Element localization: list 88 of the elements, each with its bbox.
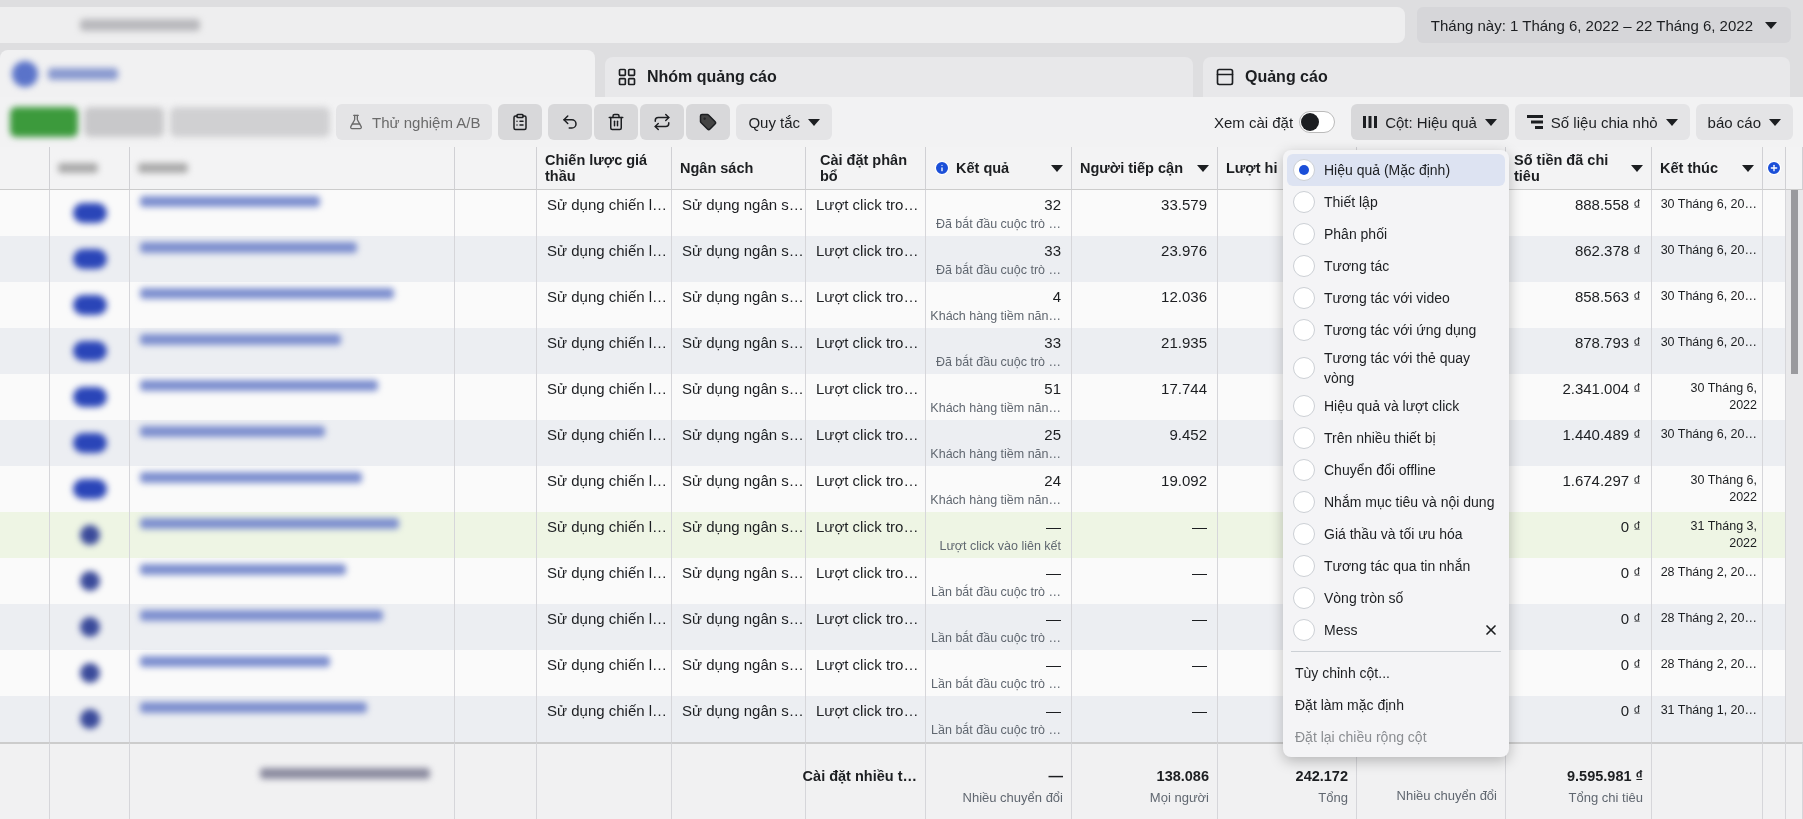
- table-cell: Sử dụng chiến l…: [537, 604, 672, 650]
- table-cell: 28 Tháng 2, 20…: [1652, 604, 1763, 650]
- table-cell: Sử dụng ngân s…: [672, 236, 806, 282]
- table-cell: Sử dụng chiến l…: [537, 282, 672, 328]
- table-cell: Sử dụng ngân s…: [672, 558, 806, 604]
- table-cell: Sử dụng chiến l…: [537, 512, 672, 558]
- table-cell: 32 Đã bắt đầu cuộc trò …: [926, 190, 1072, 236]
- table-cell: 12.036: [1072, 282, 1218, 328]
- table-cell: Lượt click tro…: [806, 696, 926, 742]
- table-cell: Sử dụng ngân s…: [672, 650, 806, 696]
- table-cell: Sử dụng ngân s…: [672, 328, 806, 374]
- table-cell: 28 Tháng 2, 20…: [1652, 558, 1763, 604]
- table-cell: 1.674.297 ₫: [1506, 466, 1652, 512]
- table-cell: Sử dụng chiến l…: [537, 374, 672, 420]
- table-cell: 862.378 ₫: [1506, 236, 1652, 282]
- table-cell: Lượt click tro…: [806, 282, 926, 328]
- table-cell: Sử dụng chiến l…: [537, 650, 672, 696]
- table-cell: 4 Khách hàng tiềm năn…: [926, 282, 1072, 328]
- table-cell: 30 Tháng 6, 2022: [1652, 374, 1763, 420]
- table-cell: 30 Tháng 6, 2022: [1652, 466, 1763, 512]
- table-cell: 28 Tháng 2, 20…: [1652, 650, 1763, 696]
- table-cell: 30 Tháng 6, 20…: [1652, 328, 1763, 374]
- table-cell: — Lượt click vào liên kết: [926, 512, 1072, 558]
- table-cell: 17.744: [1072, 374, 1218, 420]
- table-cell: Sử dụng ngân s…: [672, 696, 806, 742]
- table-cell: 33 Đã bắt đầu cuộc trò …: [926, 328, 1072, 374]
- table-cell: —: [1072, 604, 1218, 650]
- table-cell: Sử dụng ngân s…: [672, 190, 806, 236]
- table-cell: — Lần bắt đầu cuộc trò …: [926, 604, 1072, 650]
- toggle-label: Xem cài đặt: [1213, 113, 1294, 131]
- table-cell: Sử dụng chiến l…: [537, 236, 672, 282]
- table-cell: 9.595.981 ₫ Tổng chi tiêu: [1506, 742, 1652, 819]
- table-cell: Sử dụng ngân s…: [672, 374, 806, 420]
- table-cell: 19.092: [1072, 466, 1218, 512]
- table-cell: 21.935: [1072, 328, 1218, 374]
- table-cell: 33 Đã bắt đầu cuộc trò …: [926, 236, 1072, 282]
- table-cell: Lượt click tro…: [806, 650, 926, 696]
- table-cell: 2.341.004 ₫: [1506, 374, 1652, 420]
- table-cell: 138.086 Mọi người: [1072, 742, 1218, 819]
- table-cell: 0 ₫: [1506, 650, 1652, 696]
- table-cell: Lượt click tro…: [806, 374, 926, 420]
- table-cell: — Lần bắt đầu cuộc trò …: [926, 650, 1072, 696]
- table-cell: 888.558 ₫: [1506, 190, 1652, 236]
- table-cell: Sử dụng chiến l…: [537, 466, 672, 512]
- table-cell: Lượt click tro…: [806, 328, 926, 374]
- table-cell: Sử dụng ngân s…: [672, 512, 806, 558]
- table-cell: Sử dụng chiến l…: [537, 420, 672, 466]
- table-cell: 30 Tháng 6, 20…: [1652, 190, 1763, 236]
- table-cell: 30 Tháng 6, 20…: [1652, 282, 1763, 328]
- table-cell: 30 Tháng 6, 20…: [1652, 420, 1763, 466]
- table-cell: 0 ₫: [1506, 696, 1652, 742]
- table-cell: Sử dụng ngân s…: [672, 604, 806, 650]
- table-cell: Sử dụng chiến l…: [537, 558, 672, 604]
- table-cell: 51 Khách hàng tiềm năn…: [926, 374, 1072, 420]
- table-cell: — Nhiều chuyển đổi: [926, 742, 1072, 819]
- table-cell: 9.452: [1072, 420, 1218, 466]
- table-cell: —: [1072, 696, 1218, 742]
- table-cell: 24 Khách hàng tiềm năn…: [926, 466, 1072, 512]
- table-cell: — Lần bắt đầu cuộc trò …: [926, 558, 1072, 604]
- table-cell: Sử dụng chiến l…: [537, 190, 672, 236]
- table-cell: 31 Tháng 1, 20…: [1652, 696, 1763, 742]
- table-cell: 30 Tháng 6, 20…: [1652, 236, 1763, 282]
- table-cell: Sử dụng ngân s…: [672, 282, 806, 328]
- table-cell: Lượt click tro…: [806, 558, 926, 604]
- table-cell: 0 ₫: [1506, 604, 1652, 650]
- table-cell: Lượt click tro…: [806, 512, 926, 558]
- table-cell: 23.976: [1072, 236, 1218, 282]
- table-cell: Sử dụng ngân s…: [672, 466, 806, 512]
- table-cell: Sử dụng ngân s…: [672, 420, 806, 466]
- table-cell: 33.579: [1072, 190, 1218, 236]
- table-cell: Lượt click tro…: [806, 420, 926, 466]
- table-cell: 1.440.489 ₫: [1506, 420, 1652, 466]
- table-cell: Lượt click tro…: [806, 466, 926, 512]
- table-cell: — Lần bắt đầu cuộc trò …: [926, 696, 1072, 742]
- table-cell: —: [1072, 558, 1218, 604]
- table-cell: 31 Tháng 3, 2022: [1652, 512, 1763, 558]
- table-cell: Lượt click tro…: [806, 236, 926, 282]
- table-cell: 0 ₫: [1506, 512, 1652, 558]
- table-cell: —: [1072, 650, 1218, 696]
- table-cell: Sử dụng chiến l…: [537, 328, 672, 374]
- table-cell: 25 Khách hàng tiềm năn…: [926, 420, 1072, 466]
- table-cell: —: [1072, 512, 1218, 558]
- table-cell: Lượt click tro…: [806, 190, 926, 236]
- table-cell: 0 ₫: [1506, 558, 1652, 604]
- table-cell: 858.563 ₫: [1506, 282, 1652, 328]
- table-cell: Sử dụng chiến l…: [537, 696, 672, 742]
- table-cell: 878.793 ₫: [1506, 328, 1652, 374]
- table-cell: Lượt click tro…: [806, 604, 926, 650]
